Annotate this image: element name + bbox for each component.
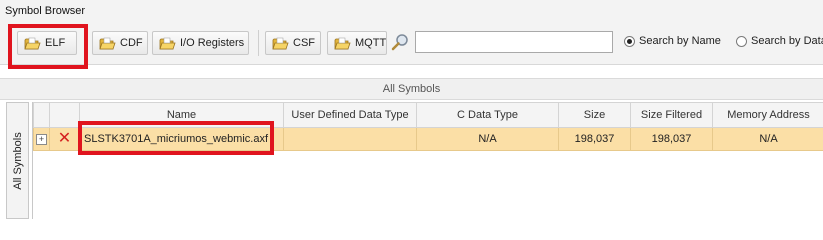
table-header-row: Name User Defined Data Type C Data Type … [33,102,823,128]
column-header-user-defined-data-type[interactable]: User Defined Data Type [283,102,417,128]
column-header-status [49,102,80,128]
side-tab-label: All Symbols [11,131,24,190]
expand-plus-icon[interactable]: + [36,133,47,145]
toolbar: ELF CDF I/O Registers CSF MQTT Search by… [0,22,823,65]
folder-open-icon [99,37,116,49]
size-cell: 198,037 [558,127,631,151]
title-bar: Symbol Browser [0,0,823,23]
expand-cell[interactable]: + [33,127,50,151]
size-filtered-cell: 198,037 [630,127,713,151]
symbols-table: Name User Defined Data Type C Data Type … [33,102,823,151]
side-tab-all-symbols[interactable]: All Symbols [6,102,29,219]
memory-address-cell: N/A [712,127,823,151]
panel-header: All Symbols [0,78,823,100]
search-by-data-radio[interactable]: Search by Data [736,35,823,47]
folder-open-icon [159,37,176,49]
magnifier-icon[interactable] [391,33,409,51]
search-by-name-radio[interactable]: Search by Name [624,35,721,47]
folder-open-icon [272,37,289,49]
io-registers-button-label: I/O Registers [180,37,245,49]
column-header-size[interactable]: Size [558,102,631,128]
elf-button[interactable]: ELF [17,31,77,55]
symbols-grid: Name User Defined Data Type C Data Type … [32,102,823,219]
table-row[interactable]: + ✕ SLSTK3701A_micriumos_webmic.axf N/A … [33,127,823,151]
search-by-data-label: Search by Data [751,35,823,47]
radio-selected-indicator [624,35,635,47]
cdf-button-label: CDF [120,37,143,49]
io-registers-button[interactable]: I/O Registers [152,31,249,55]
search-input[interactable] [415,31,613,53]
search-by-name-label: Search by Name [639,35,721,47]
symbol-name-cell[interactable]: SLSTK3701A_micriumos_webmic.axf [79,127,284,151]
elf-button-label: ELF [45,37,66,49]
column-header-size-filtered[interactable]: Size Filtered [630,102,713,128]
folder-open-icon [24,37,41,49]
column-header-name[interactable]: Name [79,102,284,128]
c-data-type-cell: N/A [416,127,559,151]
cdf-button[interactable]: CDF [92,31,148,55]
window-title: Symbol Browser [5,5,86,17]
user-defined-data-type-cell [283,127,417,151]
radio-unselected-indicator [736,35,747,47]
mqtt-button[interactable]: MQTT [327,31,387,55]
column-header-memory-address[interactable]: Memory Address [712,102,823,128]
toolbar-separator [258,30,259,56]
error-x-icon: ✕ [57,130,72,147]
folder-open-icon [334,37,351,49]
csf-button[interactable]: CSF [265,31,321,55]
column-header-c-data-type[interactable]: C Data Type [416,102,559,128]
csf-button-label: CSF [293,37,315,49]
status-cell: ✕ [49,127,80,151]
column-header-expander [33,102,50,128]
mqtt-button-label: MQTT [355,37,387,49]
